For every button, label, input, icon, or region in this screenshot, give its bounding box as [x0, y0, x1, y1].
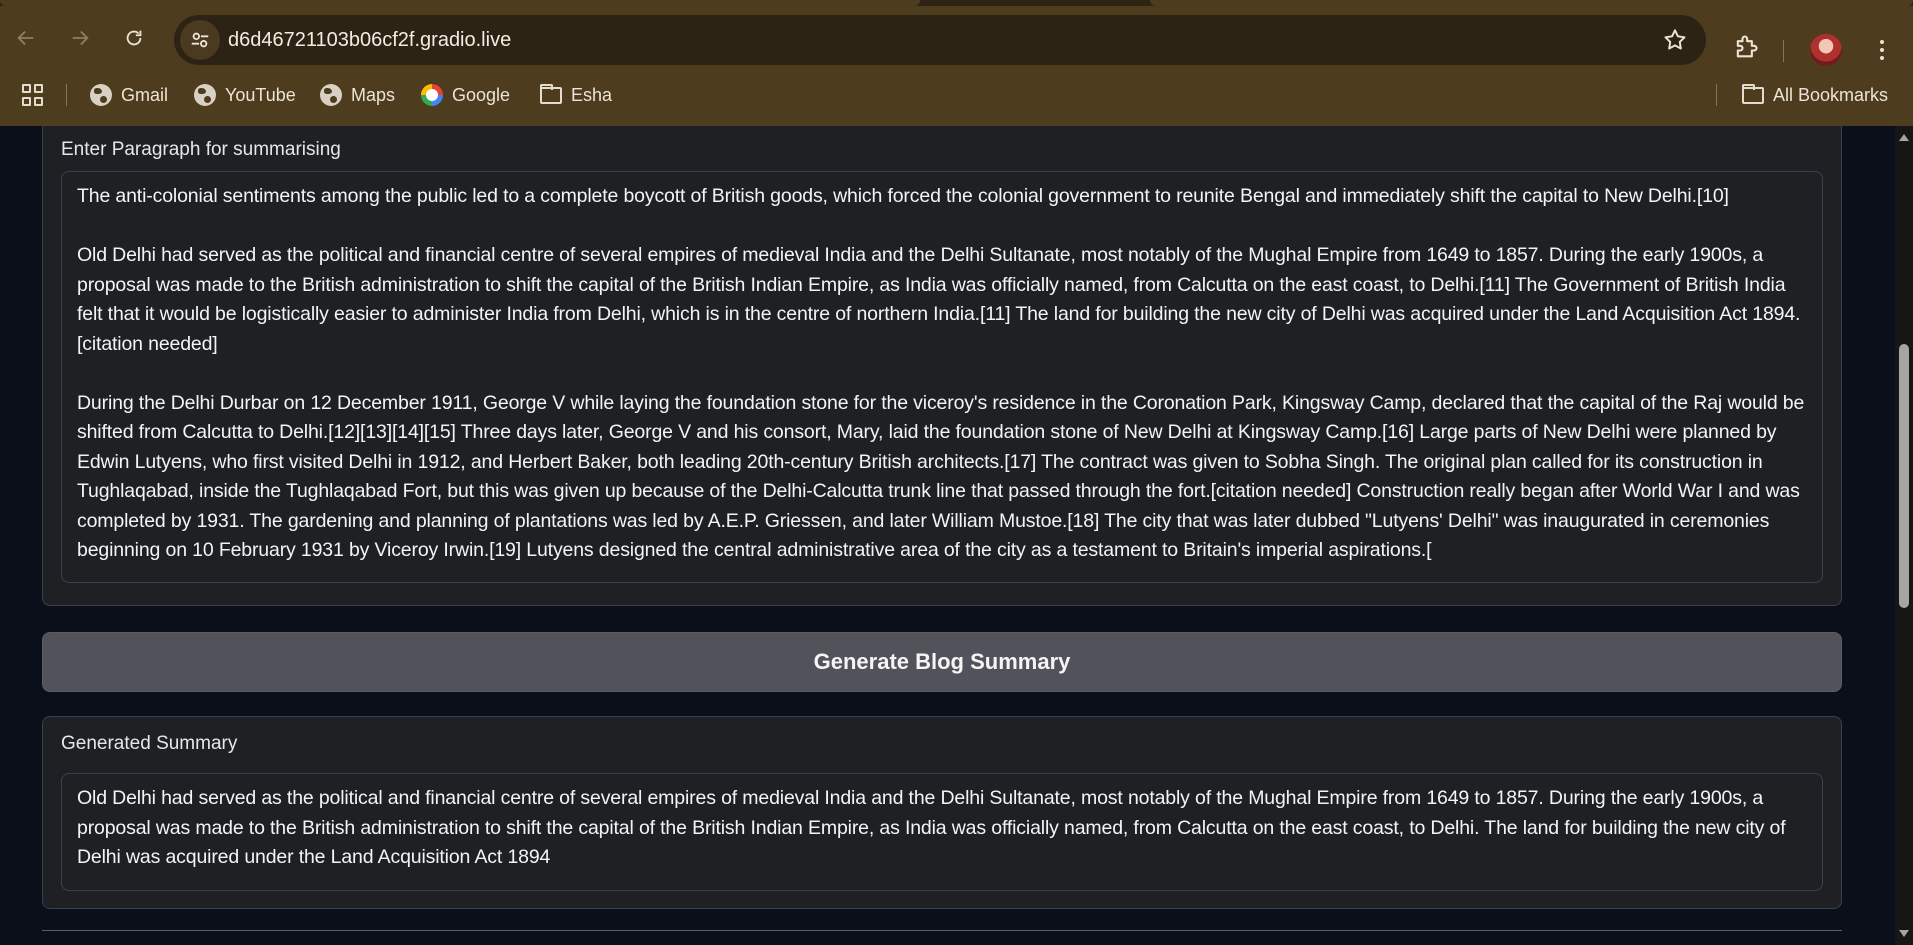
globe-icon: [320, 84, 342, 106]
toolbar-divider: [1783, 40, 1784, 62]
bookmarks-bar: Gmail YouTube Maps Google Esha All Bookm…: [0, 76, 1913, 114]
folder-icon: [540, 83, 562, 104]
bookmark-google[interactable]: Google: [421, 81, 510, 109]
reload-button[interactable]: [116, 20, 152, 56]
google-icon: [421, 84, 443, 106]
all-bookmarks-button[interactable]: All Bookmarks: [1742, 81, 1888, 109]
extensions-icon[interactable]: [1732, 33, 1760, 61]
scrollbar-thumb[interactable]: [1899, 344, 1909, 608]
tab-strip: [0, 0, 1913, 6]
input-label: Enter Paragraph for summarising: [61, 139, 341, 160]
apps-grid-icon[interactable]: [22, 84, 44, 106]
bookmark-label: Gmail: [121, 84, 169, 105]
reload-icon: [126, 30, 142, 46]
browser-chrome: d6d46721103b06cf2f.gradio.live Gmail You…: [0, 0, 1913, 126]
bookmark-gmail[interactable]: Gmail: [90, 81, 168, 109]
tab-edge[interactable]: [1150, 0, 1913, 6]
divider: [42, 930, 1842, 931]
summary-output[interactable]: Old Delhi had served as the political an…: [61, 773, 1823, 891]
scroll-down-icon[interactable]: [1899, 930, 1909, 937]
bookmarks-divider: [1716, 84, 1717, 106]
back-button[interactable]: [8, 20, 44, 56]
all-bookmarks-label: All Bookmarks: [1773, 84, 1889, 105]
bookmark-star-icon[interactable]: [1662, 27, 1688, 53]
url-text[interactable]: d6d46721103b06cf2f.gradio.live: [228, 29, 511, 52]
output-block: Generated Summary Old Delhi had served a…: [42, 716, 1842, 909]
scroll-up-icon[interactable]: [1899, 134, 1909, 141]
output-label: Generated Summary: [61, 733, 238, 754]
browser-menu-icon[interactable]: [1868, 36, 1896, 64]
gradio-page: Enter Paragraph for summarising The anti…: [0, 126, 1895, 945]
address-bar[interactable]: d6d46721103b06cf2f.gradio.live: [174, 15, 1706, 65]
tune-icon: [191, 32, 209, 48]
bookmark-folder-esha[interactable]: Esha: [540, 81, 612, 109]
bookmark-maps[interactable]: Maps: [320, 81, 395, 109]
forward-button[interactable]: [62, 20, 98, 56]
bookmark-label: Google: [452, 84, 511, 105]
arrow-left-icon: [17, 30, 34, 46]
globe-icon: [194, 84, 216, 106]
bookmark-label: Maps: [351, 84, 396, 105]
bookmark-label: YouTube: [225, 84, 296, 105]
tab-edge[interactable]: [0, 0, 920, 6]
globe-icon: [90, 84, 112, 106]
arrow-right-icon: [72, 30, 89, 46]
input-block: Enter Paragraph for summarising The anti…: [42, 126, 1842, 606]
folder-icon: [1742, 83, 1764, 104]
bookmarks-divider: [66, 84, 67, 106]
site-info-button[interactable]: [180, 20, 220, 60]
generate-summary-button[interactable]: Generate Blog Summary: [42, 632, 1842, 692]
page-scrollbar[interactable]: [1895, 126, 1913, 945]
bookmark-label: Esha: [571, 84, 613, 105]
bookmark-youtube[interactable]: YouTube: [194, 81, 296, 109]
browser-toolbar: d6d46721103b06cf2f.gradio.live: [0, 12, 1913, 68]
paragraph-input[interactable]: The anti-colonial sentiments among the p…: [61, 171, 1823, 583]
profile-avatar[interactable]: [1810, 34, 1842, 66]
